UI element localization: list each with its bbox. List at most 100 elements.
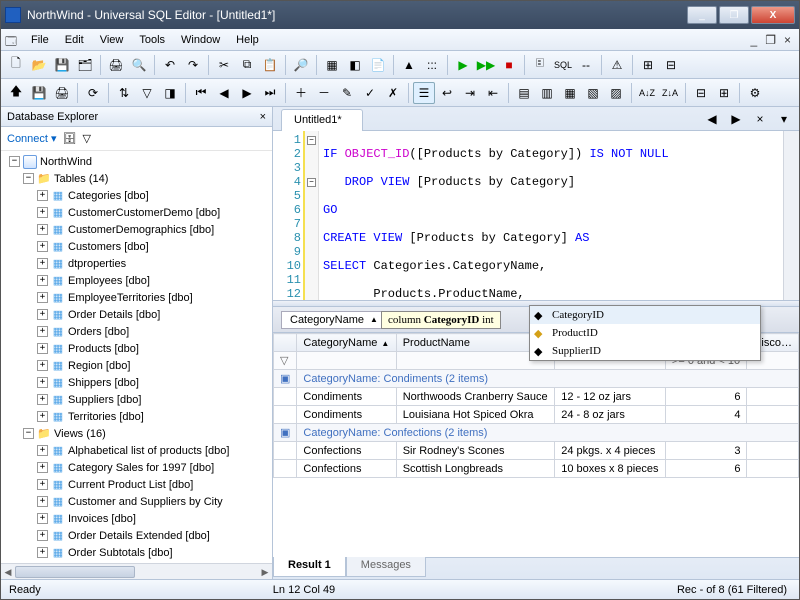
- tree-leaf[interactable]: +▦Current Product List [dbo]: [1, 476, 272, 493]
- tb2-cancel[interactable]: ✗: [382, 82, 404, 104]
- explorer-tree[interactable]: −NorthWind −📁Tables (14) +▦Categories [d…: [1, 151, 272, 563]
- save-all-button[interactable]: 🗂: [74, 54, 96, 76]
- copy-button[interactable]: ⧉: [236, 54, 258, 76]
- menu-file[interactable]: File: [23, 32, 57, 48]
- window-close-button[interactable]: X: [751, 6, 795, 24]
- tree-leaf[interactable]: +▦CustomerCustomerDemo [dbo]: [1, 204, 272, 221]
- stop-button[interactable]: ■: [498, 54, 520, 76]
- menu-tools[interactable]: Tools: [131, 32, 173, 48]
- collapse-all-button[interactable]: ⊟: [660, 54, 682, 76]
- tb2-sort-za[interactable]: Z↓A: [659, 82, 681, 104]
- tb2-filter[interactable]: ▽: [136, 82, 158, 104]
- editor-vscroll[interactable]: [783, 131, 799, 300]
- menu-edit[interactable]: Edit: [57, 32, 92, 48]
- group-by-column[interactable]: CategoryName▲: [281, 311, 397, 329]
- execute-query-button[interactable]: ▶▶: [475, 54, 497, 76]
- tb2-columns[interactable]: ◨: [159, 82, 181, 104]
- tree-leaf[interactable]: +▦Shippers [dbo]: [1, 374, 272, 391]
- window-maximize-button[interactable]: ❐: [719, 6, 749, 24]
- tree-leaf[interactable]: +▦EmployeeTerritories [dbo]: [1, 289, 272, 306]
- expand-all-button[interactable]: ⊞: [637, 54, 659, 76]
- filter-icon[interactable]: ▽: [83, 132, 91, 145]
- tb2-add[interactable]: ＋: [290, 82, 312, 104]
- tree-leaf[interactable]: +▦Category Sales for 1997 [dbo]: [1, 459, 272, 476]
- tb2-commit[interactable]: ✓: [359, 82, 381, 104]
- tb2-expand[interactable]: ⊞: [713, 82, 735, 104]
- filter-icon[interactable]: ▽: [274, 352, 297, 370]
- tb2-edit[interactable]: ✎: [336, 82, 358, 104]
- editor-tab[interactable]: Untitled1*: [281, 109, 363, 131]
- doc-minimize-button[interactable]: _: [747, 33, 762, 47]
- connection-icon[interactable]: 🗄: [63, 132, 77, 145]
- tab-prev-icon[interactable]: ◀: [701, 108, 723, 130]
- tb2-settings[interactable]: ⚙: [744, 82, 766, 104]
- tb2-highlight[interactable]: ☰: [413, 82, 435, 104]
- tree-db-node[interactable]: −NorthWind: [1, 153, 272, 170]
- member-button[interactable]: :::: [421, 54, 443, 76]
- col-category[interactable]: CategoryName▲: [297, 334, 396, 352]
- group-header[interactable]: ▣CategoryName: Confections (2 items): [274, 424, 799, 442]
- tb2-outdent[interactable]: ⇤: [482, 82, 504, 104]
- tb2-print[interactable]: 🖨: [51, 82, 73, 104]
- undo-button[interactable]: ↶: [159, 54, 181, 76]
- tree-leaf[interactable]: +▦Order Subtotals [dbo]: [1, 544, 272, 561]
- group-header[interactable]: ▣CategoryName: Condiments (2 items): [274, 370, 799, 388]
- find-button[interactable]: 🔎: [290, 54, 312, 76]
- tb2-align3[interactable]: ▦: [559, 82, 581, 104]
- doc-close-button[interactable]: ×: [780, 33, 795, 47]
- table-row[interactable]: ConfectionsSir Rodney's Scones24 pkgs. x…: [274, 442, 799, 460]
- tb2-sort-az[interactable]: A↓Z: [636, 82, 658, 104]
- list-members-button[interactable]: ▦: [321, 54, 343, 76]
- autocomplete-item[interactable]: ◆ProductID: [530, 324, 760, 342]
- menu-window[interactable]: Window: [173, 32, 228, 48]
- tree-leaf[interactable]: +▦dtproperties: [1, 255, 272, 272]
- tree-leaf[interactable]: +▦Order Details Extended [dbo]: [1, 527, 272, 544]
- tb2-export[interactable]: 🡅: [5, 82, 27, 104]
- tree-leaf[interactable]: +▦Alphabetical list of products [dbo]: [1, 442, 272, 459]
- tb2-indent[interactable]: ⇥: [459, 82, 481, 104]
- menu-view[interactable]: View: [92, 32, 132, 48]
- results-grid[interactable]: CategoryName▲ ProductName QuantityPerUni…: [273, 333, 799, 557]
- tb2-align2[interactable]: ▥: [536, 82, 558, 104]
- explorer-close-icon[interactable]: ×: [260, 111, 266, 123]
- tab-messages[interactable]: Messages: [346, 557, 426, 577]
- connect-link[interactable]: Connect ▾: [7, 132, 57, 145]
- table-row[interactable]: CondimentsLouisiana Hot Spiced Okra24 - …: [274, 406, 799, 424]
- print-button[interactable]: 🖨: [105, 54, 127, 76]
- doc-restore-button[interactable]: ❐: [761, 33, 780, 47]
- open-button[interactable]: 📂: [28, 54, 50, 76]
- editor-fold-column[interactable]: − −: [305, 131, 319, 300]
- tb2-prev[interactable]: ◀: [213, 82, 235, 104]
- tab-list-icon[interactable]: ▾: [773, 108, 795, 130]
- tree-leaf[interactable]: +▦Employees [dbo]: [1, 272, 272, 289]
- tree-tables-node[interactable]: −📁Tables (14): [1, 170, 272, 187]
- tb2-delete[interactable]: －: [313, 82, 335, 104]
- new-button[interactable]: 🗋: [5, 54, 27, 76]
- table-row[interactable]: ConfectionsScottish Longbreads10 boxes x…: [274, 460, 799, 478]
- tree-leaf[interactable]: +▦Products [dbo]: [1, 340, 272, 357]
- save-button[interactable]: 💾: [51, 54, 73, 76]
- tb2-align1[interactable]: ▤: [513, 82, 535, 104]
- tree-leaf[interactable]: +▦Territories [dbo]: [1, 408, 272, 425]
- object-button[interactable]: ▲: [398, 54, 420, 76]
- tab-next-icon[interactable]: ▶: [725, 108, 747, 130]
- redo-button[interactable]: ↷: [182, 54, 204, 76]
- doc-button[interactable]: 📄: [367, 54, 389, 76]
- tb2-wrap[interactable]: ↩: [436, 82, 458, 104]
- autocomplete-item[interactable]: ◆CategoryID: [530, 306, 760, 324]
- print-preview-button[interactable]: 🔍: [128, 54, 150, 76]
- tree-leaf[interactable]: +▦Suppliers [dbo]: [1, 391, 272, 408]
- tab-close-icon[interactable]: ×: [749, 108, 771, 130]
- tb2-align4[interactable]: ▧: [582, 82, 604, 104]
- explorer-scrollbar[interactable]: ◀▶: [1, 563, 272, 579]
- tb2-next[interactable]: ▶: [236, 82, 258, 104]
- paste-button[interactable]: 📋: [259, 54, 281, 76]
- tree-leaf[interactable]: +▦CustomerDemographics [dbo]: [1, 221, 272, 238]
- tb2-collapse[interactable]: ⊟: [690, 82, 712, 104]
- tab-result[interactable]: Result 1: [273, 557, 346, 577]
- tree-leaf[interactable]: +▦Categories [dbo]: [1, 187, 272, 204]
- autocomplete-item[interactable]: ◆SupplierID: [530, 342, 760, 360]
- explain-button[interactable]: 🗉: [529, 54, 551, 76]
- tree-leaf[interactable]: +▦Order Details [dbo]: [1, 306, 272, 323]
- tb2-align5[interactable]: ▨: [605, 82, 627, 104]
